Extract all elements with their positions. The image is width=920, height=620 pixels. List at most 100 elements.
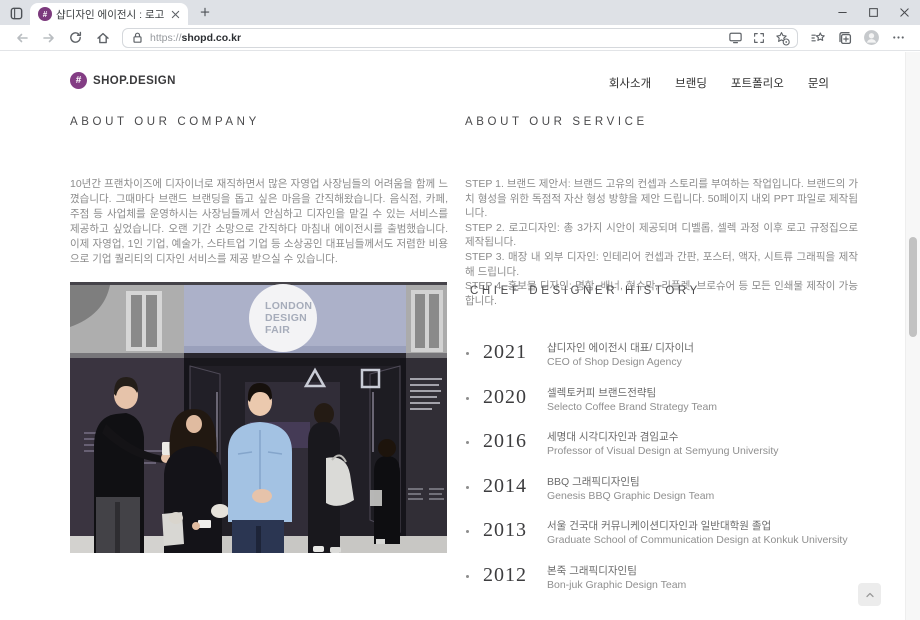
- window-controls: [827, 0, 920, 25]
- scrollbar-thumb[interactable]: [909, 237, 917, 337]
- screen-icon: [728, 30, 743, 45]
- nav-item-portfolio[interactable]: 포트폴리오: [731, 75, 784, 91]
- history-year: 2013: [483, 518, 538, 542]
- close-icon: [899, 7, 910, 18]
- bullet-icon: [466, 575, 469, 578]
- favorite-this-page-button[interactable]: [770, 29, 793, 47]
- bullet-icon: [466, 397, 469, 400]
- new-tab-button[interactable]: [194, 1, 216, 23]
- history-title-en: Graduate School of Communication Design …: [547, 533, 848, 547]
- service-heading: ABOUT OUR SERVICE: [465, 116, 648, 128]
- history-entry: 2020 셀렉토커피 브랜드전략팀Selecto Coffee Brand St…: [466, 385, 876, 430]
- tab-title: 샵디자인 에이전시 : 로고 | 브랜: [56, 7, 164, 22]
- history-year: 2014: [483, 474, 538, 498]
- nav-item-company[interactable]: 회사소개: [609, 75, 651, 91]
- fullscreen-button[interactable]: [747, 29, 770, 47]
- forward-button[interactable]: [35, 27, 62, 49]
- maximize-icon: [868, 7, 879, 18]
- scroll-to-top-button[interactable]: [858, 583, 881, 606]
- browser-titlebar: # 샵디자인 에이전시 : 로고 | 브랜: [0, 0, 920, 25]
- browser-window: # 샵디자인 에이전시 : 로고 | 브랜: [0, 0, 920, 620]
- nav-item-branding[interactable]: 브랜딩: [675, 75, 707, 91]
- history-title-ko: 샵디자인 에이전시 대표/ 디자이너: [547, 341, 694, 355]
- url-protocol: https://: [150, 32, 182, 44]
- profile-avatar-icon: [863, 29, 880, 46]
- corners-icon: [752, 31, 766, 45]
- main-nav: 회사소개 브랜딩 포트폴리오 문의: [609, 75, 829, 91]
- page-viewport: # SHOP.DESIGN 회사소개 브랜딩 포트폴리오 문의 ABOUT OU…: [0, 52, 905, 620]
- history-year: 2020: [483, 385, 538, 409]
- chevron-up-icon: [864, 589, 876, 601]
- collections-button[interactable]: [831, 27, 858, 49]
- url-host: shopd.co.kr: [182, 32, 242, 44]
- back-arrow-icon: [14, 30, 30, 46]
- sign-line: LONDON: [265, 300, 312, 312]
- history-year: 2021: [483, 340, 538, 364]
- bullet-icon: [466, 441, 469, 444]
- history-title-ko: BBQ 그래픽디자인팀: [547, 475, 714, 489]
- favorites-button[interactable]: [804, 27, 831, 49]
- bullet-icon: [466, 352, 469, 355]
- browser-toolbar: https://shopd.co.kr: [0, 25, 920, 51]
- history-title-ko: 셀렉토커피 브랜드전략팀: [547, 386, 717, 400]
- sign-line: FAIR: [265, 324, 290, 336]
- home-icon: [95, 30, 111, 46]
- history-year: 2012: [483, 563, 538, 587]
- history-title-ko: 세명대 시각디자인과 겸임교수: [547, 430, 779, 444]
- tab-freeze-button[interactable]: [724, 29, 747, 47]
- forward-arrow-icon: [41, 30, 57, 46]
- history-entry: 2012 본죽 그래픽디자인팀Bon-juk Graphic Design Te…: [466, 563, 876, 608]
- logo-text: SHOP.DESIGN: [93, 75, 176, 87]
- profile-button[interactable]: [858, 27, 885, 49]
- service-step: STEP 1. 브랜드 제안서: 브랜드 고유의 컨셉과 스토리를 부여하는 작…: [465, 177, 858, 221]
- bullet-icon: [466, 530, 469, 533]
- more-dots-icon: [891, 30, 906, 45]
- history-timeline: 2021 샵디자인 에이전시 대표/ 디자이너CEO of Shop Desig…: [466, 340, 876, 608]
- bullet-icon: [466, 486, 469, 489]
- service-step: STEP 3. 매장 내 외부 디자인: 인테리어 컨셉과 간판, 포스터, 액…: [465, 250, 858, 279]
- history-title-en: Genesis BBQ Graphic Design Team: [547, 489, 714, 503]
- history-title-en: CEO of Shop Design Agency: [547, 355, 694, 369]
- plus-icon: [199, 6, 211, 18]
- service-step: STEP 2. 로고디자인: 총 3가지 시안이 제공되며 디벨롭, 셀렉 과정…: [465, 221, 858, 250]
- history-year: 2016: [483, 429, 538, 453]
- history-entry: 2021 샵디자인 에이전시 대표/ 디자이너CEO of Shop Desig…: [466, 340, 876, 385]
- history-title-ko: 본죽 그래픽디자인팀: [547, 564, 686, 578]
- browser-tab[interactable]: # 샵디자인 에이전시 : 로고 | 브랜: [30, 3, 188, 25]
- nav-item-contact[interactable]: 문의: [808, 75, 829, 91]
- history-entry: 2013 서울 건국대 커뮤니케이션디자인과 일반대학원 졸업Graduate …: [466, 518, 876, 563]
- address-bar[interactable]: https://shopd.co.kr: [122, 28, 798, 48]
- minimize-icon: [837, 7, 848, 18]
- history-heading: CHIEF DESIGNER HISTORY: [470, 285, 701, 297]
- star-badge-icon: [774, 30, 790, 46]
- minimize-button[interactable]: [827, 0, 858, 25]
- tab-actions-icon: [9, 6, 24, 21]
- history-entry: 2014 BBQ 그래픽디자인팀Genesis BBQ Graphic Desi…: [466, 474, 876, 519]
- favorites-star-lines-icon: [810, 30, 826, 46]
- sign-line: DESIGN: [265, 312, 307, 324]
- close-button[interactable]: [889, 0, 920, 25]
- lock-icon[interactable]: [131, 31, 144, 44]
- history-title-en: Professor of Visual Design at Semyung Un…: [547, 444, 779, 458]
- company-photo: LONDON DESIGN FAIR: [70, 282, 447, 553]
- history-entry: 2016 세명대 시각디자인과 겸임교수Professor of Visual …: [466, 429, 876, 474]
- home-button[interactable]: [89, 27, 116, 49]
- history-title-ko: 서울 건국대 커뮤니케이션디자인과 일반대학원 졸업: [547, 519, 848, 533]
- site-logo[interactable]: # SHOP.DESIGN: [70, 72, 176, 89]
- logo-hash-icon: #: [70, 72, 87, 89]
- back-button[interactable]: [8, 27, 35, 49]
- refresh-button[interactable]: [62, 27, 89, 49]
- settings-menu-button[interactable]: [885, 27, 912, 49]
- url-text: https://shopd.co.kr: [150, 32, 241, 44]
- collections-icon: [837, 30, 853, 46]
- scrollbar[interactable]: [905, 52, 920, 620]
- refresh-icon: [68, 30, 83, 45]
- history-title-en: Bon-juk Graphic Design Team: [547, 578, 686, 592]
- company-paragraph: 10년간 프랜차이즈에 디자이너로 재직하면서 많은 자영업 사장님들의 어려움…: [70, 177, 448, 267]
- maximize-button[interactable]: [858, 0, 889, 25]
- company-heading: ABOUT OUR COMPANY: [70, 116, 260, 128]
- tab-close-icon[interactable]: [168, 7, 183, 22]
- site-favicon-icon: #: [38, 7, 52, 21]
- tab-actions-button[interactable]: [7, 3, 25, 23]
- history-title-en: Selecto Coffee Brand Strategy Team: [547, 400, 717, 414]
